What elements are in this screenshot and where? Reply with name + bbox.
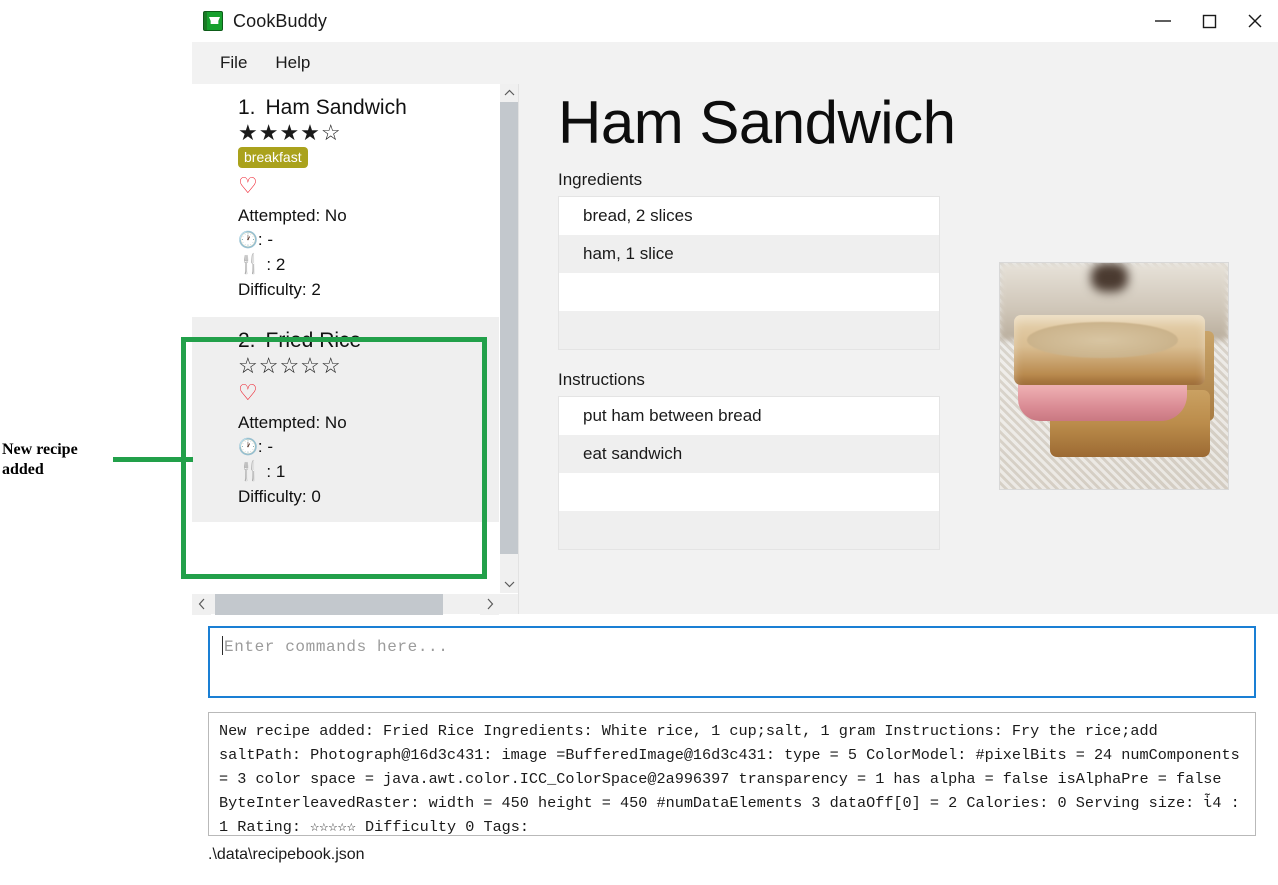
app-window: CookBuddy File Help 1. Ham Sandwich ★★★★…	[192, 0, 1278, 885]
recipe-detail-panel: Ham Sandwich Ingredients bread, 2 slices…	[532, 84, 1278, 614]
vertical-scroll-track[interactable]	[500, 102, 518, 575]
menu-item-file[interactable]: File	[206, 49, 261, 77]
rating-stars[interactable]: ★★★★☆	[238, 120, 499, 145]
list-item[interactable]: put ham between bread	[559, 397, 939, 435]
cutlery-icon: 🍴	[238, 460, 262, 482]
recipe-name: Fried Rice	[265, 328, 362, 352]
annotation-connector-line	[113, 457, 193, 462]
attempted-label: Attempted: No	[238, 413, 347, 433]
scroll-down-icon[interactable]	[500, 575, 518, 593]
window-controls	[1140, 0, 1278, 42]
recipe-number: 1.	[238, 96, 256, 119]
status-bar-path: .\data\recipebook.json	[208, 846, 365, 863]
list-item[interactable]: eat sandwich	[559, 435, 939, 473]
text-caret	[222, 636, 223, 655]
clock-icon: 🕐	[238, 438, 258, 456]
ham-sandwich-photo	[999, 262, 1229, 490]
command-input-placeholder: Enter commands here...	[224, 638, 449, 656]
annotation-layer: New recipe added	[0, 0, 192, 885]
recipe-title: 1. Ham Sandwich	[238, 96, 499, 120]
scroll-left-icon[interactable]	[192, 593, 211, 615]
cook-time-row: 🕐: -	[238, 228, 499, 252]
list-item[interactable]	[559, 311, 939, 349]
cutlery-icon: 🍴	[238, 254, 262, 276]
photo-dark-spot	[1091, 263, 1128, 293]
recipe-list[interactable]: 1. Ham Sandwich ★★★★☆ breakfast ♡ Attempt…	[192, 84, 499, 593]
title-bar: CookBuddy	[192, 0, 1278, 42]
ingredients-label: Ingredients	[558, 170, 643, 189]
horizontal-scroll-track[interactable]	[211, 593, 480, 615]
scroll-right-icon[interactable]	[480, 593, 499, 615]
menu-item-help[interactable]: Help	[261, 49, 324, 77]
favorite-heart-icon[interactable]: ♡	[238, 173, 499, 198]
recipe-list-panel: 1. Ham Sandwich ★★★★☆ breakfast ♡ Attempt…	[192, 84, 518, 615]
list-item[interactable]: 1. Ham Sandwich ★★★★☆ breakfast ♡ Attempt…	[192, 84, 499, 317]
photo-bread-crumb	[1027, 321, 1178, 358]
panel-splitter[interactable]	[518, 84, 532, 614]
cookbook-icon	[203, 11, 223, 31]
scroll-up-icon[interactable]	[500, 84, 518, 102]
horizontal-scroll-thumb[interactable]	[215, 593, 443, 615]
tag-row: breakfast	[238, 147, 499, 169]
menu-bar: File Help	[192, 42, 1278, 84]
close-icon[interactable]	[1232, 0, 1278, 42]
serving-size-row: 🍴 : 2	[238, 252, 499, 278]
cook-time-value: : -	[257, 229, 274, 249]
list-item[interactable]	[559, 511, 939, 549]
recipe-title: 2. Fried Rice	[238, 329, 499, 353]
serving-size-value: : 1	[261, 461, 286, 481]
list-item[interactable]: ham, 1 slice	[559, 235, 939, 273]
cook-time-row: 🕐: -	[238, 435, 499, 459]
instructions-list[interactable]: put ham between bread eat sandwich	[558, 396, 940, 550]
ingredients-list[interactable]: bread, 2 slices ham, 1 slice	[558, 196, 940, 350]
rating-stars[interactable]: ☆☆☆☆☆	[238, 353, 499, 378]
serving-size-row: 🍴 : 1	[238, 459, 499, 485]
console-output[interactable]: New recipe added: Fried Rice Ingredients…	[208, 712, 1256, 836]
vertical-scroll-thumb[interactable]	[500, 102, 518, 554]
clock-icon: 🕐	[238, 231, 258, 249]
horizontal-scrollbar[interactable]	[192, 593, 518, 615]
attempted-label: Attempted: No	[238, 206, 347, 226]
recipe-list-viewport: 1. Ham Sandwich ★★★★☆ breakfast ♡ Attempt…	[192, 84, 518, 593]
annotation-label: New recipe added	[2, 441, 78, 478]
app-title: CookBuddy	[233, 10, 327, 31]
recipe-number: 2.	[238, 328, 256, 352]
list-item[interactable]: bread, 2 slices	[559, 197, 939, 235]
vertical-scrollbar[interactable]	[499, 84, 518, 593]
main-split-region: 1. Ham Sandwich ★★★★☆ breakfast ♡ Attempt…	[192, 84, 1278, 615]
cook-time-value: : -	[257, 436, 274, 456]
difficulty-label: Difficulty: 2	[238, 280, 321, 300]
list-item[interactable]	[559, 273, 939, 311]
list-item[interactable]	[559, 473, 939, 511]
recipe-name: Ham Sandwich	[265, 96, 407, 119]
minimize-icon[interactable]	[1140, 0, 1186, 42]
list-item[interactable]: 2. Fried Rice ☆☆☆☆☆ ♡ Attempted: No 🕐: - …	[192, 316, 499, 524]
favorite-heart-icon[interactable]: ♡	[238, 380, 499, 405]
difficulty-label: Difficulty: 0	[238, 486, 321, 506]
serving-size-value: : 2	[261, 255, 286, 275]
command-input[interactable]: Enter commands here...	[208, 626, 1256, 698]
page-title: Ham Sandwich	[558, 89, 956, 156]
tag-badge: breakfast	[238, 147, 308, 169]
maximize-icon[interactable]	[1186, 0, 1232, 42]
